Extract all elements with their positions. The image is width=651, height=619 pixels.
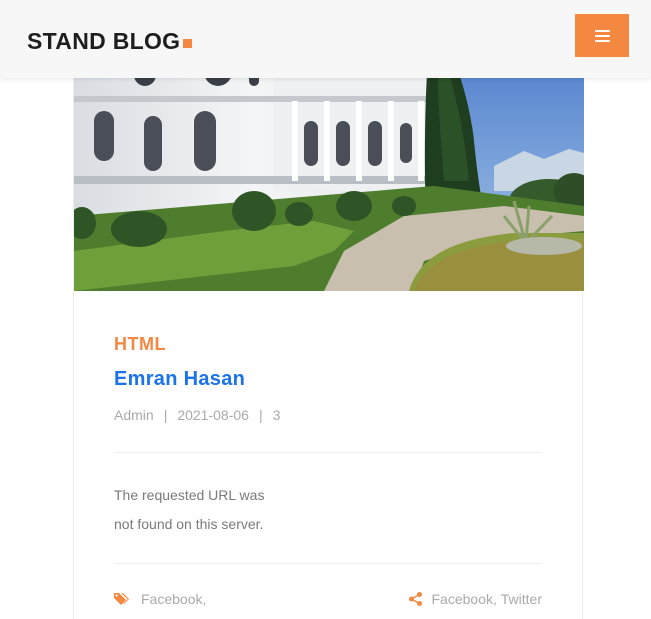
post-title[interactable]: Emran Hasan bbox=[114, 368, 245, 391]
meta-separator: | bbox=[163, 407, 168, 423]
share-twitter-link[interactable]: Twitter bbox=[501, 591, 542, 607]
site-header: STAND BLOG bbox=[0, 0, 651, 78]
post-date[interactable]: 2021-08-06 bbox=[177, 407, 249, 423]
post-body-line: The requested URL was bbox=[114, 487, 265, 503]
tags-icon bbox=[114, 592, 131, 606]
logo-text: STAND BLOG bbox=[27, 28, 181, 54]
post-tags: Facebook, bbox=[114, 591, 206, 607]
divider bbox=[114, 563, 542, 564]
post-body: The requested URL was not found on this … bbox=[114, 481, 314, 539]
hamburger-menu-icon bbox=[594, 29, 610, 42]
tag-link[interactable]: Facebook, bbox=[141, 591, 206, 607]
post-body-line: not found on this server. bbox=[114, 516, 264, 532]
post-author[interactable]: Admin bbox=[114, 407, 154, 423]
post-share: Facebook, Twitter bbox=[408, 591, 542, 607]
share-icon bbox=[408, 592, 422, 606]
post-meta: Admin | 2021-08-06 | 3 bbox=[114, 407, 280, 423]
share-facebook-link[interactable]: Facebook bbox=[432, 591, 493, 607]
post-category[interactable]: HTML bbox=[114, 334, 166, 355]
meta-separator: | bbox=[258, 407, 263, 423]
logo-dot bbox=[183, 39, 193, 48]
menu-toggle-button[interactable] bbox=[575, 14, 629, 57]
site-logo[interactable]: STAND BLOG bbox=[27, 28, 193, 55]
post-comments-count[interactable]: 3 bbox=[273, 407, 281, 423]
share-separator: , bbox=[492, 591, 497, 607]
divider bbox=[114, 452, 542, 453]
